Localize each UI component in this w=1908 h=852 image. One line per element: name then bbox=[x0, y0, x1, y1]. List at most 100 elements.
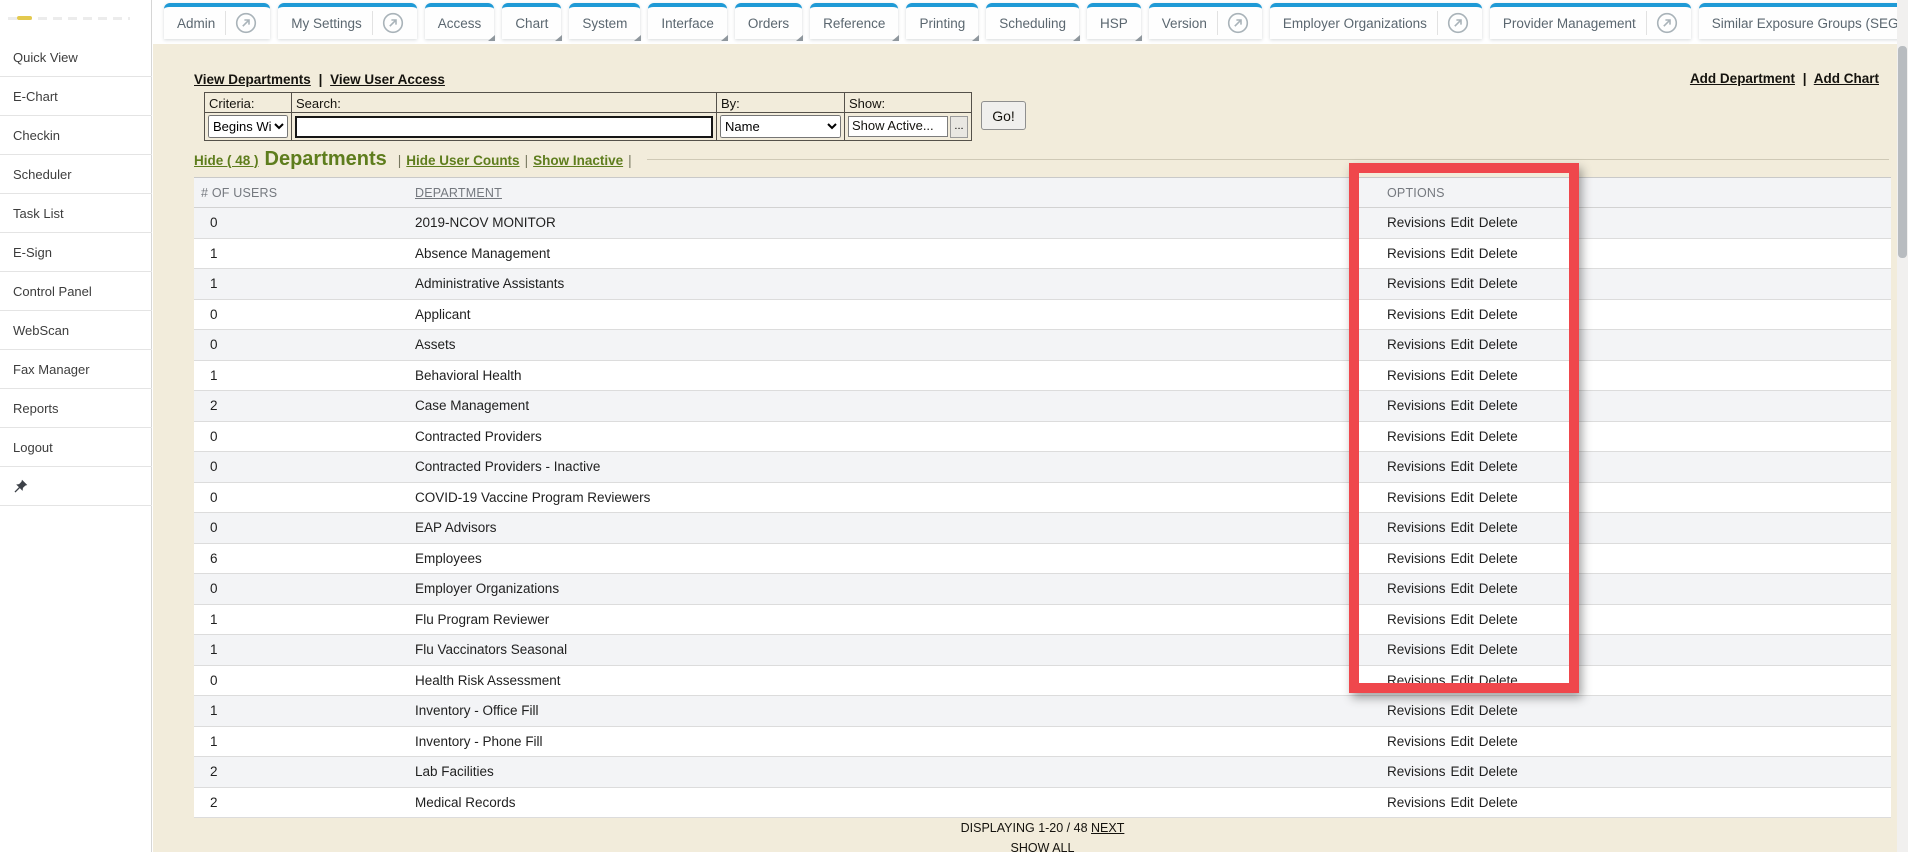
delete-link[interactable]: Delete bbox=[1479, 337, 1518, 352]
sidebar-item[interactable]: WebScan bbox=[0, 311, 152, 350]
top-tab[interactable]: Similar Exposure Groups (SEGs) bbox=[1699, 3, 1897, 39]
show-filter-more-button[interactable]: ... bbox=[950, 116, 968, 138]
add-chart-link[interactable]: Add Chart bbox=[1814, 71, 1879, 86]
sidebar-item[interactable]: Scheduler bbox=[0, 155, 152, 194]
revisions-link[interactable]: Revisions bbox=[1387, 795, 1446, 810]
open-in-new-window-icon[interactable] bbox=[372, 11, 404, 35]
top-tab[interactable]: System bbox=[569, 3, 640, 39]
top-tab[interactable]: HSP bbox=[1087, 3, 1141, 39]
delete-link[interactable]: Delete bbox=[1479, 673, 1518, 688]
view-departments-link[interactable]: View Departments bbox=[194, 72, 311, 87]
delete-link[interactable]: Delete bbox=[1479, 276, 1518, 291]
top-tab[interactable]: Access bbox=[425, 3, 495, 39]
sidebar-pin-button[interactable] bbox=[0, 467, 152, 506]
revisions-link[interactable]: Revisions bbox=[1387, 703, 1446, 718]
edit-link[interactable]: Edit bbox=[1451, 581, 1474, 596]
revisions-link[interactable]: Revisions bbox=[1387, 734, 1446, 749]
delete-link[interactable]: Delete bbox=[1479, 612, 1518, 627]
revisions-link[interactable]: Revisions bbox=[1387, 429, 1446, 444]
sidebar-item[interactable]: Fax Manager bbox=[0, 350, 152, 389]
search-input[interactable] bbox=[295, 116, 713, 138]
vertical-scrollbar[interactable] bbox=[1897, 0, 1908, 852]
sidebar-item[interactable]: Quick View bbox=[0, 38, 152, 77]
sidebar-item[interactable]: Task List bbox=[0, 194, 152, 233]
edit-link[interactable]: Edit bbox=[1451, 764, 1474, 779]
edit-link[interactable]: Edit bbox=[1451, 612, 1474, 627]
edit-link[interactable]: Edit bbox=[1451, 551, 1474, 566]
top-tab[interactable]: Employer Organizations bbox=[1270, 3, 1482, 39]
top-tab[interactable]: Printing bbox=[906, 3, 978, 39]
delete-link[interactable]: Delete bbox=[1479, 459, 1518, 474]
revisions-link[interactable]: Revisions bbox=[1387, 612, 1446, 627]
open-in-new-window-icon[interactable] bbox=[1437, 11, 1469, 35]
scrollbar-thumb[interactable] bbox=[1898, 46, 1907, 258]
view-user-access-link[interactable]: View User Access bbox=[330, 72, 445, 87]
delete-link[interactable]: Delete bbox=[1479, 795, 1518, 810]
add-department-link[interactable]: Add Department bbox=[1690, 71, 1795, 86]
delete-link[interactable]: Delete bbox=[1479, 520, 1518, 535]
edit-link[interactable]: Edit bbox=[1451, 703, 1474, 718]
sidebar-item[interactable]: E-Chart bbox=[0, 77, 152, 116]
next-page-link[interactable]: NEXT bbox=[1091, 821, 1124, 835]
edit-link[interactable]: Edit bbox=[1451, 276, 1474, 291]
department-column-header[interactable]: DEPARTMENT bbox=[415, 186, 502, 200]
edit-link[interactable]: Edit bbox=[1451, 398, 1474, 413]
edit-link[interactable]: Edit bbox=[1451, 368, 1474, 383]
hide-user-counts-link[interactable]: Hide User Counts bbox=[406, 153, 519, 168]
top-tab[interactable]: Orders bbox=[735, 3, 802, 39]
hide-count-link[interactable]: Hide ( 48 ) bbox=[194, 153, 259, 168]
revisions-link[interactable]: Revisions bbox=[1387, 246, 1446, 261]
delete-link[interactable]: Delete bbox=[1479, 551, 1518, 566]
revisions-link[interactable]: Revisions bbox=[1387, 307, 1446, 322]
show-all-link[interactable]: SHOW ALL bbox=[194, 841, 1891, 852]
revisions-link[interactable]: Revisions bbox=[1387, 368, 1446, 383]
revisions-link[interactable]: Revisions bbox=[1387, 276, 1446, 291]
delete-link[interactable]: Delete bbox=[1479, 764, 1518, 779]
top-tab[interactable]: Admin bbox=[164, 3, 270, 39]
revisions-link[interactable]: Revisions bbox=[1387, 642, 1446, 657]
top-tab[interactable]: Provider Management bbox=[1490, 3, 1691, 39]
delete-link[interactable]: Delete bbox=[1479, 398, 1518, 413]
edit-link[interactable]: Edit bbox=[1451, 734, 1474, 749]
delete-link[interactable]: Delete bbox=[1479, 429, 1518, 444]
revisions-link[interactable]: Revisions bbox=[1387, 551, 1446, 566]
top-tab[interactable]: Chart bbox=[502, 3, 561, 39]
revisions-link[interactable]: Revisions bbox=[1387, 764, 1446, 779]
sidebar-item[interactable]: E-Sign bbox=[0, 233, 152, 272]
sidebar-item[interactable]: Reports bbox=[0, 389, 152, 428]
delete-link[interactable]: Delete bbox=[1479, 703, 1518, 718]
top-tab[interactable]: Interface bbox=[648, 3, 727, 39]
by-select[interactable]: Name bbox=[720, 115, 841, 138]
delete-link[interactable]: Delete bbox=[1479, 581, 1518, 596]
top-tab[interactable]: Scheduling bbox=[986, 3, 1079, 39]
edit-link[interactable]: Edit bbox=[1451, 673, 1474, 688]
revisions-link[interactable]: Revisions bbox=[1387, 215, 1446, 230]
open-in-new-window-icon[interactable] bbox=[225, 11, 257, 35]
edit-link[interactable]: Edit bbox=[1451, 246, 1474, 261]
criteria-select[interactable]: Begins With bbox=[208, 115, 288, 138]
edit-link[interactable]: Edit bbox=[1451, 215, 1474, 230]
top-tab[interactable]: My Settings bbox=[278, 3, 417, 39]
delete-link[interactable]: Delete bbox=[1479, 642, 1518, 657]
top-tab[interactable]: Version bbox=[1149, 3, 1262, 39]
edit-link[interactable]: Edit bbox=[1451, 429, 1474, 444]
show-inactive-link[interactable]: Show Inactive bbox=[533, 153, 623, 168]
top-tab[interactable]: Reference bbox=[810, 3, 898, 39]
show-filter-value[interactable]: Show Active... bbox=[848, 116, 948, 137]
edit-link[interactable]: Edit bbox=[1451, 795, 1474, 810]
sidebar-item[interactable]: Checkin bbox=[0, 116, 152, 155]
delete-link[interactable]: Delete bbox=[1479, 368, 1518, 383]
edit-link[interactable]: Edit bbox=[1451, 307, 1474, 322]
open-in-new-window-icon[interactable] bbox=[1217, 11, 1249, 35]
edit-link[interactable]: Edit bbox=[1451, 642, 1474, 657]
edit-link[interactable]: Edit bbox=[1451, 520, 1474, 535]
open-in-new-window-icon[interactable] bbox=[1646, 11, 1678, 35]
revisions-link[interactable]: Revisions bbox=[1387, 581, 1446, 596]
sidebar-item[interactable]: Logout bbox=[0, 428, 152, 467]
revisions-link[interactable]: Revisions bbox=[1387, 490, 1446, 505]
delete-link[interactable]: Delete bbox=[1479, 734, 1518, 749]
revisions-link[interactable]: Revisions bbox=[1387, 459, 1446, 474]
sidebar-item[interactable]: Control Panel bbox=[0, 272, 152, 311]
revisions-link[interactable]: Revisions bbox=[1387, 398, 1446, 413]
revisions-link[interactable]: Revisions bbox=[1387, 337, 1446, 352]
